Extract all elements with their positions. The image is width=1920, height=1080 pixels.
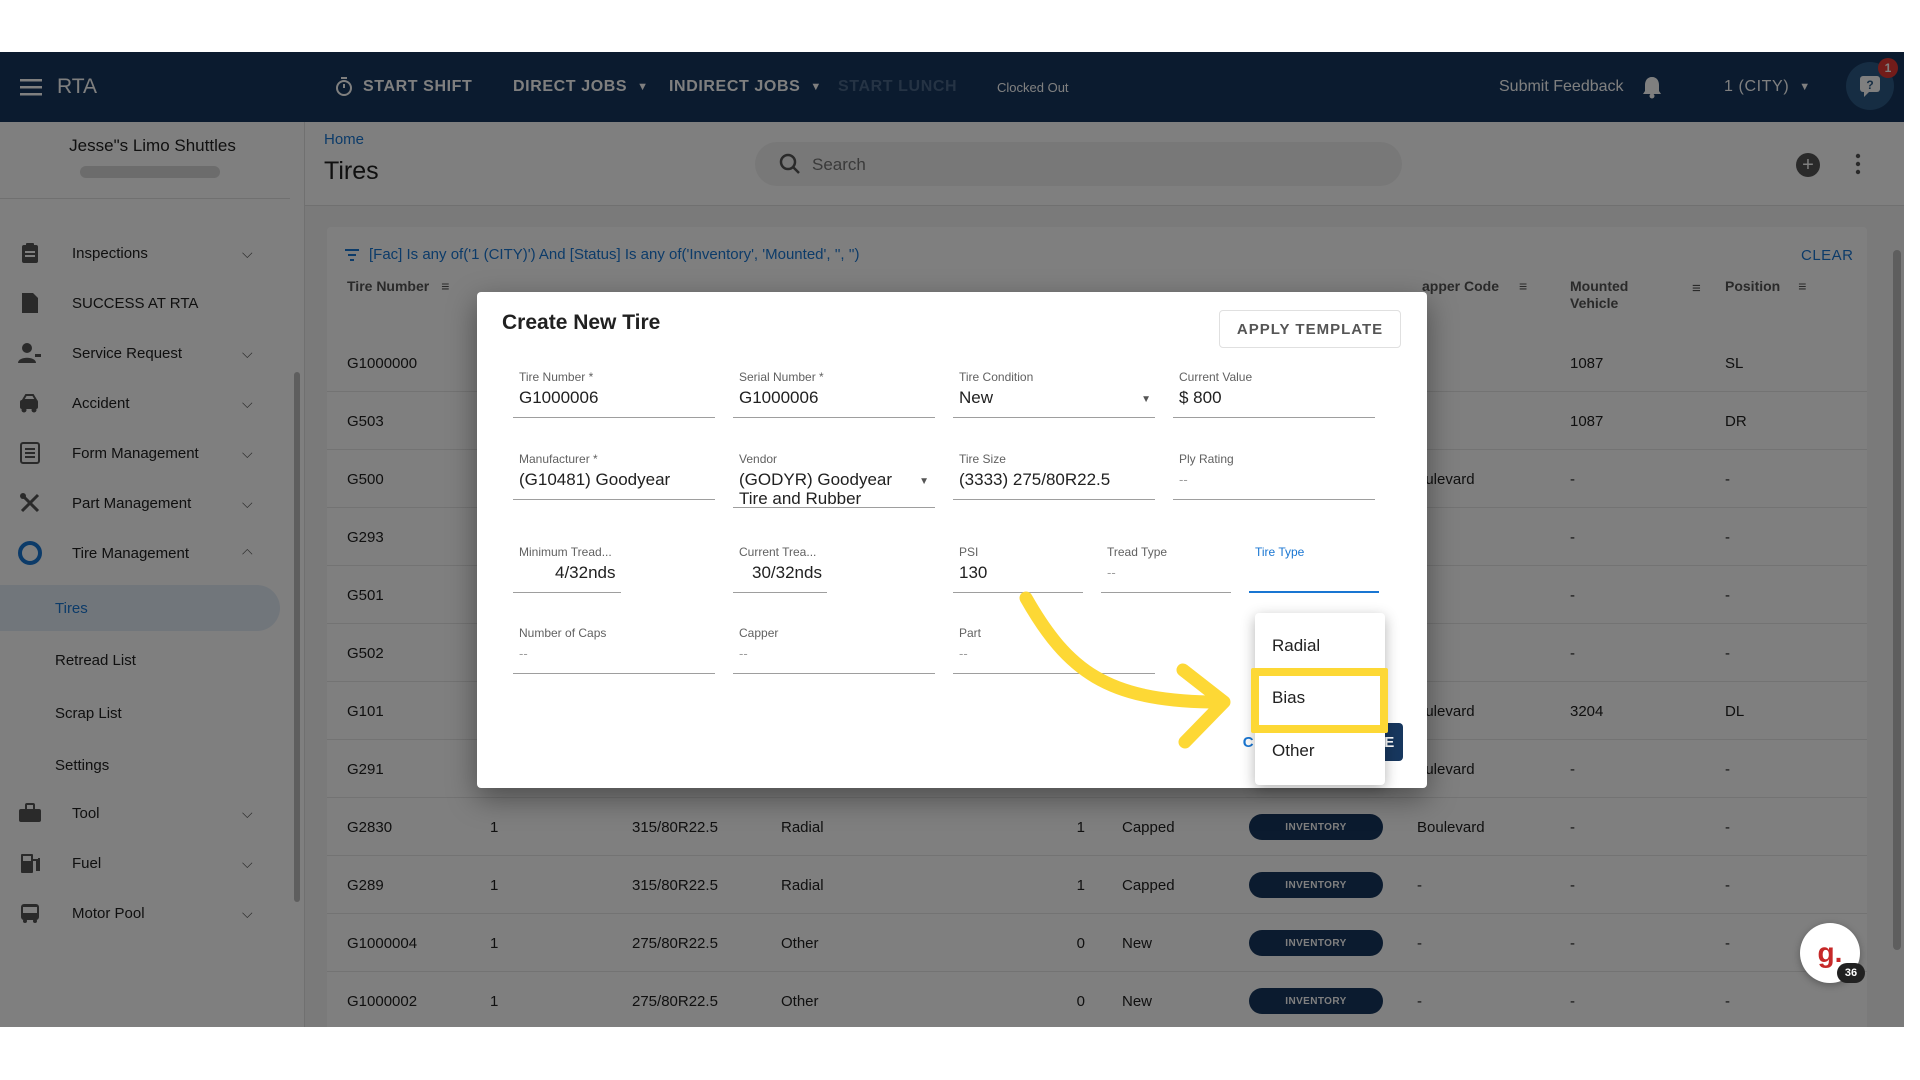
help-widget-button[interactable]: g. 36 <box>1800 923 1865 983</box>
help-widget-count: 36 <box>1837 963 1865 983</box>
help-widget-logo: g. <box>1817 937 1843 968</box>
app-frame: RTA START SHIFT DIRECT JOBS▼ INDIRECT JO… <box>0 52 1904 1027</box>
tutorial-arrow-icon <box>1019 591 1231 749</box>
